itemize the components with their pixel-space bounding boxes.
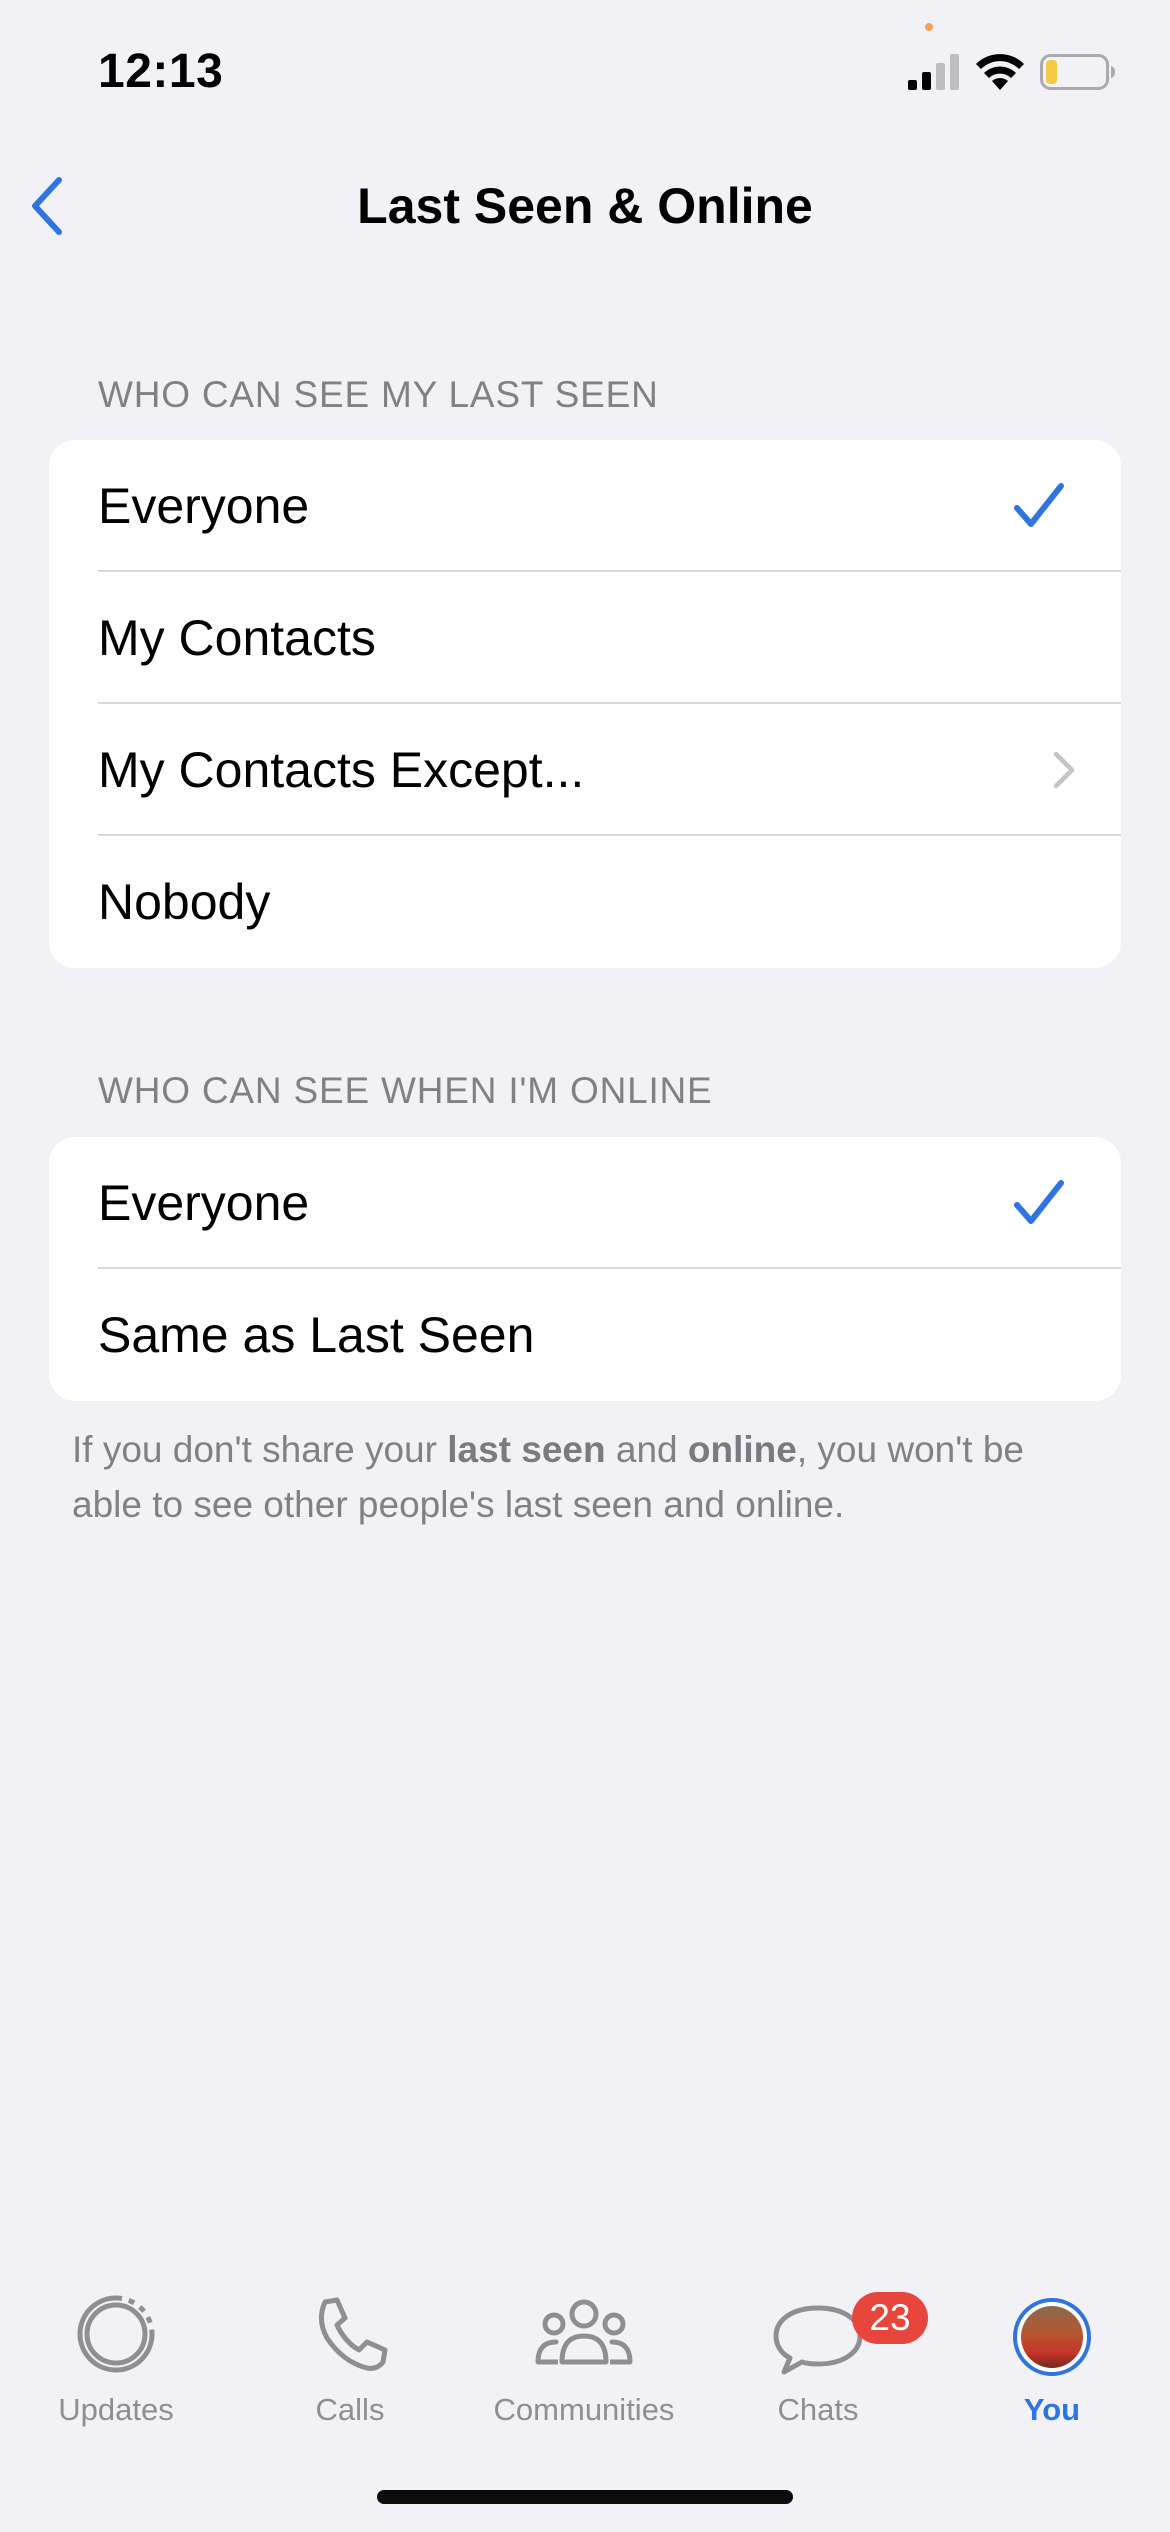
privacy-indicator-dot bbox=[925, 23, 933, 31]
wifi-icon bbox=[976, 54, 1024, 90]
section-header-last-seen: WHO CAN SEE MY LAST SEEN bbox=[98, 374, 659, 415]
checkmark-icon bbox=[1014, 1180, 1064, 1224]
home-indicator bbox=[377, 2490, 793, 2504]
cellular-signal-icon bbox=[908, 54, 959, 90]
status-bar: 12:13 bbox=[0, 0, 1170, 150]
tab-label: Updates bbox=[58, 2392, 174, 2427]
option-last-seen-my-contacts[interactable]: My Contacts bbox=[49, 572, 1121, 704]
option-online-everyone[interactable]: Everyone bbox=[49, 1137, 1121, 1269]
last-seen-options-group: Everyone My Contacts My Contacts Except.… bbox=[49, 440, 1121, 968]
option-label: My Contacts Except... bbox=[98, 742, 585, 798]
unread-count-badge: 23 bbox=[852, 2292, 928, 2344]
tab-label: Calls bbox=[315, 2392, 385, 2427]
tab-chats[interactable]: 23 Chats bbox=[718, 2292, 928, 2442]
footnote-text: If you don't share your bbox=[72, 1429, 448, 1470]
footnote-text: and bbox=[605, 1429, 688, 1470]
updates-icon bbox=[77, 2295, 155, 2373]
communities-icon bbox=[535, 2299, 633, 2365]
option-last-seen-everyone[interactable]: Everyone bbox=[49, 440, 1121, 572]
status-time: 12:13 bbox=[98, 45, 224, 98]
tab-you[interactable]: You bbox=[952, 2292, 1152, 2442]
chevron-right-icon bbox=[1053, 751, 1075, 789]
option-label: My Contacts bbox=[98, 610, 376, 666]
option-online-same-as-last-seen[interactable]: Same as Last Seen bbox=[49, 1269, 1121, 1401]
option-label: Everyone bbox=[98, 1175, 310, 1231]
privacy-footnote: If you don't share your last seen and on… bbox=[72, 1422, 1092, 1532]
option-label: Everyone bbox=[98, 478, 310, 534]
option-label: Nobody bbox=[98, 874, 271, 930]
option-label: Same as Last Seen bbox=[98, 1307, 535, 1363]
page-title: Last Seen & Online bbox=[357, 178, 813, 234]
footnote-bold-last-seen: last seen bbox=[447, 1429, 606, 1470]
option-last-seen-my-contacts-except[interactable]: My Contacts Except... bbox=[49, 704, 1121, 836]
section-header-online: WHO CAN SEE WHEN I'M ONLINE bbox=[98, 1070, 713, 1111]
battery-low-icon bbox=[1040, 54, 1115, 90]
tab-label: You bbox=[1023, 2392, 1081, 2427]
avatar bbox=[1013, 2298, 1091, 2376]
tab-label: Chats bbox=[777, 2392, 859, 2427]
option-last-seen-nobody[interactable]: Nobody bbox=[49, 836, 1121, 968]
chats-icon bbox=[773, 2305, 863, 2375]
phone-icon bbox=[319, 2297, 388, 2371]
tab-calls[interactable]: Calls bbox=[250, 2292, 450, 2442]
checkmark-icon bbox=[1014, 483, 1064, 527]
footnote-bold-online: online bbox=[687, 1429, 797, 1470]
tab-label: Communities bbox=[493, 2392, 675, 2427]
tab-updates[interactable]: Updates bbox=[16, 2292, 216, 2442]
tab-communities[interactable]: Communities bbox=[484, 2292, 684, 2442]
online-options-group: Everyone Same as Last Seen bbox=[49, 1137, 1121, 1401]
avatar-photo bbox=[1021, 2306, 1083, 2368]
